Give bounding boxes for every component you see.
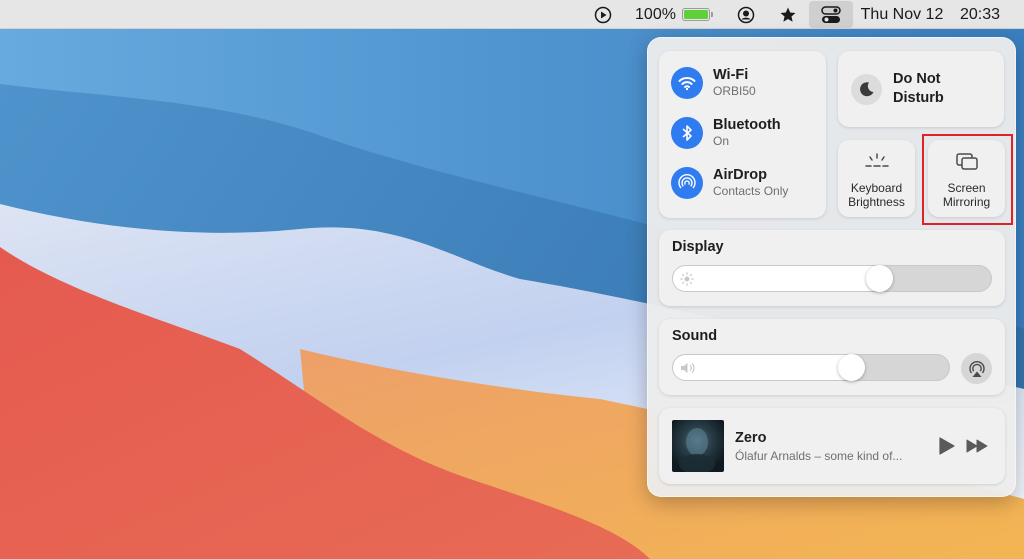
moon-icon — [851, 73, 882, 105]
battery-status[interactable]: 100% — [630, 0, 718, 29]
airdrop-label: AirDrop — [713, 167, 767, 183]
display-slider-knob[interactable] — [866, 265, 893, 292]
keyboard-brightness-line1: Keyboard — [850, 181, 903, 195]
airplay-audio-button[interactable] — [961, 353, 992, 384]
menubar-date[interactable]: Thu Nov 12 — [860, 0, 944, 29]
bluetooth-icon — [671, 117, 703, 149]
bluetooth-toggle[interactable]: Bluetooth On — [671, 117, 781, 149]
sound-tile: Sound — [659, 319, 1005, 395]
now-playing-tile: Zero Ólafur Arnalds – some kind of... — [659, 408, 1005, 484]
battery-icon — [681, 8, 713, 21]
display-slider-fill — [673, 266, 880, 291]
display-tile: Display — [659, 230, 1005, 306]
speaker-icon — [680, 361, 696, 380]
volume-slider-knob[interactable] — [838, 354, 865, 381]
sun-icon — [680, 272, 694, 291]
keyboard-brightness-icon — [838, 152, 915, 170]
control-center-panel: Wi-Fi ORBI50 Bluetooth On AirDrop Contac… — [647, 37, 1016, 497]
volume-slider-fill — [673, 355, 852, 380]
do-not-disturb-button[interactable]: Do Not Disturb — [838, 51, 1004, 127]
wifi-toggle[interactable]: Wi-Fi ORBI50 — [671, 67, 756, 99]
screen-mirroring-highlight-box — [922, 134, 1013, 225]
menu-bar: 100% Thu Nov 12 20:33 — [0, 0, 1024, 29]
airplay-audio-icon — [968, 360, 985, 377]
user-circle-icon[interactable] — [733, 0, 759, 29]
wifi-network: ORBI50 — [713, 84, 756, 98]
next-track-button[interactable] — [966, 439, 988, 458]
dnd-label-line1: Do Not — [893, 71, 941, 87]
now-playing-title: Zero — [735, 430, 767, 446]
play-icon — [939, 437, 955, 455]
wifi-label: Wi-Fi — [713, 67, 749, 83]
airdrop-status: Contacts Only — [713, 184, 789, 198]
star-icon[interactable] — [775, 0, 801, 29]
control-center-icon[interactable] — [809, 1, 853, 28]
bluetooth-label: Bluetooth — [713, 117, 781, 133]
bluetooth-status: On — [713, 134, 730, 148]
airdrop-icon — [671, 167, 703, 199]
dnd-label-line2: Disturb — [893, 90, 944, 106]
display-brightness-slider[interactable] — [672, 265, 992, 292]
wifi-icon — [671, 67, 703, 99]
menubar-time[interactable]: 20:33 — [955, 0, 1005, 29]
album-art[interactable] — [672, 420, 724, 472]
fast-forward-icon — [966, 439, 988, 453]
display-title: Display — [672, 239, 724, 255]
now-playing-artist: Ólafur Arnalds – some kind of... — [735, 449, 903, 463]
airdrop-toggle[interactable]: AirDrop Contacts Only — [671, 167, 788, 199]
network-tile: Wi-Fi ORBI50 Bluetooth On AirDrop Contac… — [659, 51, 826, 218]
sound-title: Sound — [672, 328, 718, 344]
volume-slider[interactable] — [672, 354, 950, 381]
keyboard-brightness-button[interactable]: Keyboard Brightness — [838, 140, 915, 217]
battery-percent: 100% — [635, 5, 676, 23]
play-circle-icon[interactable] — [590, 0, 616, 29]
keyboard-brightness-line2: Brightness — [848, 195, 905, 209]
play-button[interactable] — [939, 437, 955, 460]
